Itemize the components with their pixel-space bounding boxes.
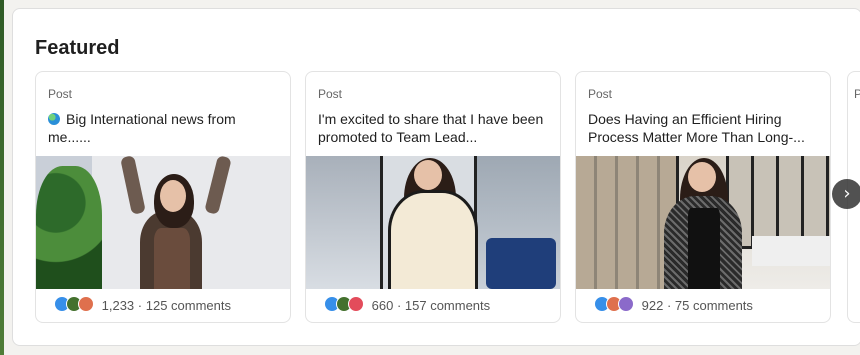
left-edge-strip — [0, 0, 4, 355]
featured-card-1[interactable]: Post Big International news from me.....… — [35, 71, 291, 323]
carousel-next-button[interactable]: › — [832, 179, 860, 209]
card-text-content: Big International news from me...... — [48, 111, 236, 145]
card-text: Does Having an Efficient Hiring Process … — [588, 111, 805, 145]
support-reaction-icon — [78, 296, 94, 312]
plant-graphic — [36, 166, 102, 289]
chevron-right-icon: › — [843, 183, 851, 204]
comments-count: 75 comments — [674, 298, 753, 313]
card-text: Big International news from me...... — [48, 110, 278, 146]
card-image — [306, 156, 560, 289]
card-stats[interactable]: 660 · 157 comments — [324, 296, 490, 313]
card-text: I'm excited to share that I have been pr… — [318, 111, 544, 145]
featured-card-3[interactable]: Post Does Having an Efficient Hiring Pro… — [575, 71, 831, 323]
card-image — [576, 156, 830, 289]
comments-count: 125 comments — [145, 298, 231, 313]
globe-icon — [48, 113, 60, 125]
insight-reaction-icon — [618, 296, 634, 312]
reaction-count: 1,233 — [101, 298, 135, 313]
card-kind-label: Post — [588, 87, 613, 101]
card-stats[interactable]: 1,233 · 125 comments — [54, 296, 231, 313]
card-image — [36, 156, 290, 289]
section-title: Featured — [35, 37, 120, 59]
featured-section: Featured Post Big International news fro… — [12, 8, 860, 346]
card-kind-label: Post — [318, 87, 343, 101]
card-stats[interactable]: 922 · 75 comments — [594, 296, 753, 313]
comments-count: 157 comments — [404, 298, 491, 313]
featured-card-2[interactable]: Post I'm excited to share that I have be… — [305, 71, 561, 323]
reaction-count: 922 — [641, 298, 664, 313]
card-kind-label: P — [854, 87, 860, 101]
love-reaction-icon — [348, 296, 364, 312]
card-kind-label: Post — [48, 87, 73, 101]
reaction-count: 660 — [371, 298, 394, 313]
